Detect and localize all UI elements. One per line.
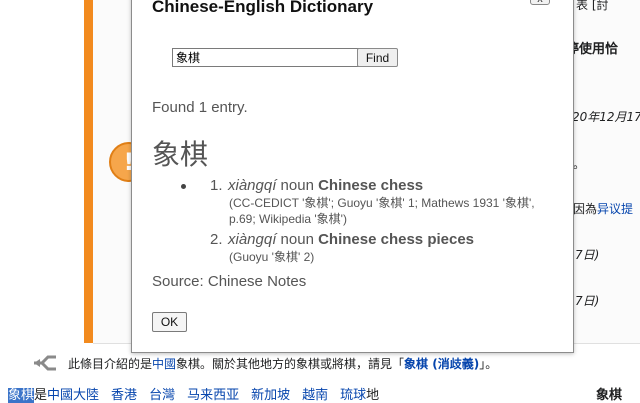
region-link-malaysia[interactable]: 马来西亚 (187, 388, 239, 403)
sense-pos: noun (280, 231, 314, 248)
region-link-vietnam[interactable]: 越南 (302, 388, 328, 403)
region-link-taiwan[interactable]: 台灣 (149, 388, 175, 403)
china-link[interactable]: 中國 (152, 357, 176, 371)
region-link-singapore[interactable]: 新加坡 (251, 388, 290, 403)
source-text: Source: Chinese Notes (152, 273, 307, 290)
sense-english: Chinese chess pieces (318, 231, 475, 248)
sense-pinyin: xiàngqí (228, 231, 277, 248)
ok-button[interactable]: OK (152, 312, 187, 332)
dialog-title: Chinese-English Dictionary (152, 0, 374, 16)
notice-accent-bar (84, 0, 93, 343)
infobox-title: 象棋 (596, 388, 623, 403)
find-button[interactable]: Find (357, 48, 398, 67)
page-left-margin (0, 0, 84, 345)
disambiguation-link[interactable]: 象棋 (消歧義) (404, 357, 479, 371)
sense-notes: (CC-CEDICT '象棋'; Guoyu '象棋' 1; Mathews 1… (229, 196, 535, 226)
notice-dot: 。 (573, 157, 586, 171)
region-link-mainland[interactable]: 中國大陸 (47, 388, 99, 403)
notice-top-right-text: 表 [討 (576, 0, 609, 12)
entry-bullet (181, 184, 186, 189)
sense-pos: noun (280, 177, 314, 194)
region-link-hongkong[interactable]: 香港 (111, 388, 137, 403)
notice-date-2: 7日) (575, 248, 600, 262)
sense-english: Chinese chess (318, 177, 424, 194)
sense-item: 1. xiàngqí noun Chinese chess (CC-CEDICT … (210, 177, 550, 227)
dictionary-dialog: Chinese-English Dictionary x Find Found … (131, 0, 574, 353)
close-button[interactable]: x (530, 0, 550, 5)
region-link-ryukyu[interactable]: 琉球 (340, 388, 366, 403)
intro-line: 象棋是中國大陸 香港 台灣 马来西亚 新加坡 越南 琉球地 象棋 (8, 384, 640, 403)
hatnote: 此條目介紹的是中國象棋。關於其他地方的象棋或將棋，請見「象棋 (消歧義)」。 (32, 352, 640, 374)
headword: 象棋 (152, 138, 209, 171)
sense-notes: (Guoyu '象棋' 2) (229, 250, 315, 264)
search-input[interactable] (172, 48, 359, 67)
selected-text-highlight: 象棋 (8, 388, 35, 403)
objection-link[interactable]: 异议提 (597, 202, 633, 216)
disambiguation-arrow-icon (34, 355, 56, 371)
sense-pinyin: xiàngqí (228, 177, 277, 194)
results-count: Found 1 entry. (152, 99, 248, 116)
notice-date-1: 20年12月17 (572, 110, 640, 124)
hatnote-text: 此條目介紹的是中國象棋。關於其他地方的象棋或將棋，請見「象棋 (消歧義)」。 (68, 357, 498, 371)
notice-reason: 因為异议提 (573, 202, 634, 216)
sense-item: 2. xiàngqí noun Chinese chess pieces (Guo… (210, 231, 550, 265)
notice-date-3: 7日) (575, 294, 600, 308)
